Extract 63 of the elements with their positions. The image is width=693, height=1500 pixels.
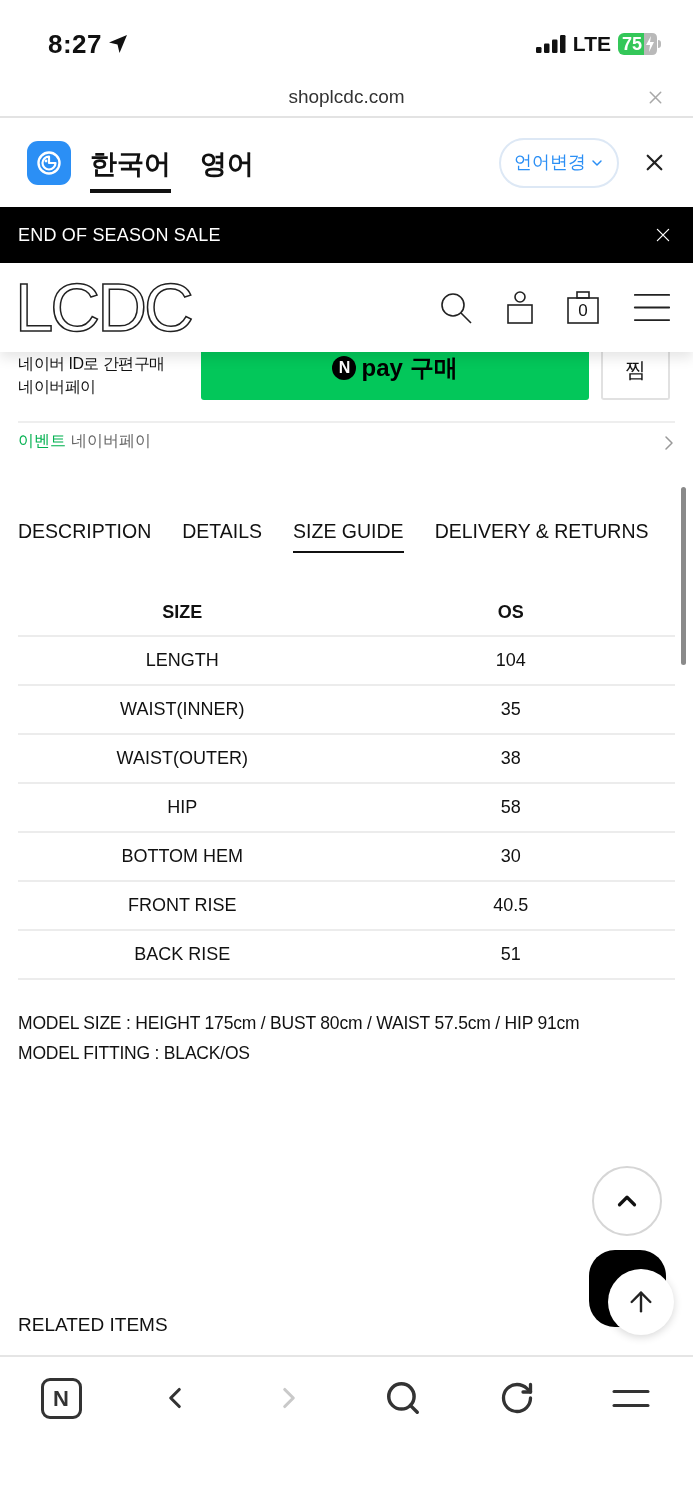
close-icon <box>646 154 663 171</box>
naver-pay-caption: 네이버 ID로 간편구매 <box>18 354 166 374</box>
translate-app-icon[interactable] <box>27 140 71 185</box>
product-tab[interactable]: DETAILS <box>182 518 263 553</box>
status-time: 8:27 <box>48 27 103 61</box>
brand-logo[interactable]: LCDC <box>15 272 191 343</box>
user-icon <box>507 291 533 324</box>
product-tab[interactable]: DELIVERY & RETURNS <box>434 518 649 553</box>
language-tab[interactable]: 한국어 <box>90 146 171 193</box>
table-cell-text: 35 <box>499 698 522 721</box>
network-label: LTE <box>572 31 611 58</box>
related-items-title: RELATED ITEMS <box>18 1314 168 1335</box>
table-cell-text: 51 <box>499 943 522 966</box>
event-text: 네이버페이 <box>71 431 151 451</box>
table-cell-text: 58 <box>499 796 522 819</box>
table-cell-text: 40.5 <box>492 894 530 917</box>
url-text[interactable]: shoplcdc.com <box>288 82 405 112</box>
cart-button[interactable]: 0 <box>567 291 599 324</box>
event-tag: 이벤트 <box>18 429 66 453</box>
product-tab[interactable]: DESCRIPTION <box>18 518 152 553</box>
menu-button[interactable] <box>632 293 672 322</box>
language-tab[interactable]: 영어 <box>200 146 254 193</box>
close-icon <box>649 90 662 104</box>
column-header: OS <box>496 601 525 624</box>
model-info-text: MODEL FITTING : BLACK/OS <box>18 1042 251 1065</box>
battery-level: 75 <box>617 33 644 55</box>
table-cell-text: FRONT RISE <box>126 894 238 917</box>
wish-button[interactable]: 찜 <box>601 352 670 400</box>
reload-icon <box>499 1380 535 1416</box>
promo-text: END OF SEASON SALE <box>18 223 221 247</box>
scrollbar[interactable] <box>681 487 686 665</box>
column-header: SIZE <box>161 601 204 624</box>
account-button[interactable] <box>506 290 534 325</box>
table-cell-text: LENGTH <box>144 649 220 672</box>
charging-bolt-icon <box>644 33 657 55</box>
search-button[interactable] <box>439 290 473 325</box>
signal-bars-icon <box>535 35 566 53</box>
product-tab[interactable]: SIZE GUIDE <box>293 518 404 553</box>
n-logo-badge: N <box>332 356 357 380</box>
location-arrow-icon <box>108 34 129 54</box>
search-icon <box>440 291 472 324</box>
table-cell-text: 104 <box>494 649 527 672</box>
bag-icon <box>567 291 599 324</box>
naver-pay-caption: 네이버페이 <box>18 377 97 397</box>
menu-icon <box>611 1389 651 1407</box>
app-badge-button[interactable]: N <box>40 1377 82 1419</box>
naver-pay-button[interactable]: N pay 구매 <box>201 352 589 400</box>
close-icon <box>656 228 670 242</box>
table-cell-text: 38 <box>499 747 522 770</box>
search-icon <box>384 1379 422 1417</box>
table-cell-text: HIP <box>166 796 199 819</box>
table-cell-text: WAIST(INNER) <box>119 698 246 721</box>
table-cell-text: WAIST(OUTER) <box>115 747 249 770</box>
close-button[interactable] <box>644 152 665 173</box>
menu-icon <box>633 294 671 321</box>
close-button[interactable] <box>654 226 672 244</box>
naver-pay-label: pay 구매 <box>361 355 458 381</box>
table-cell-text: BACK RISE <box>133 943 232 966</box>
table-cell-text: BOTTOM HEM <box>120 845 245 868</box>
table-cell-text: 30 <box>499 845 522 868</box>
battery-cap-icon <box>658 40 661 48</box>
model-info-text: MODEL SIZE : HEIGHT 175cm / BUST 80cm / WAIST 57.5cm / HIP 91cm <box>18 1012 581 1035</box>
floating-back-to-top-button[interactable] <box>589 1250 674 1335</box>
